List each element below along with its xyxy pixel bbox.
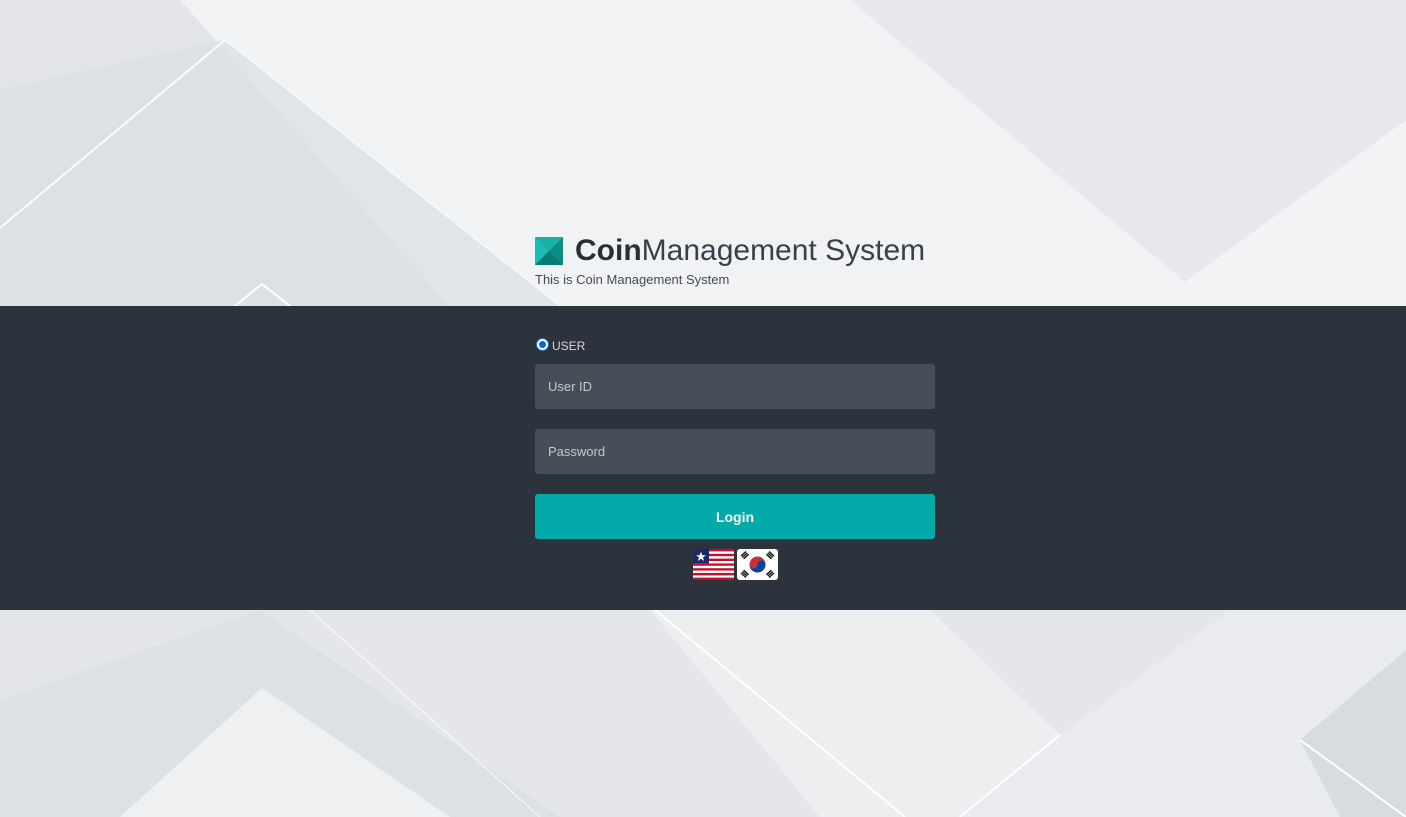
us-flag-icon[interactable] — [692, 549, 734, 580]
role-user-option[interactable]: USER — [535, 336, 935, 353]
login-button[interactable]: Login — [535, 494, 935, 539]
user-radio[interactable] — [536, 337, 549, 351]
password-input[interactable] — [535, 429, 935, 474]
brand-header: CoinManagement System — [535, 234, 925, 268]
page-title: CoinManagement System — [575, 234, 925, 268]
login-band: USER Login — [0, 306, 1406, 610]
title-bold: Coin — [575, 234, 642, 267]
language-selector — [535, 549, 935, 580]
login-form: USER Login — [535, 336, 935, 580]
user-id-input[interactable] — [535, 364, 935, 409]
teal-square-logo-icon — [535, 237, 563, 265]
title-rest: Management System — [641, 234, 926, 267]
korea-flag-icon[interactable] — [736, 549, 778, 580]
role-user-label: USER — [552, 338, 586, 353]
radio-selected-dot — [539, 340, 546, 348]
page-subtitle: This is Coin Management System — [535, 272, 730, 287]
